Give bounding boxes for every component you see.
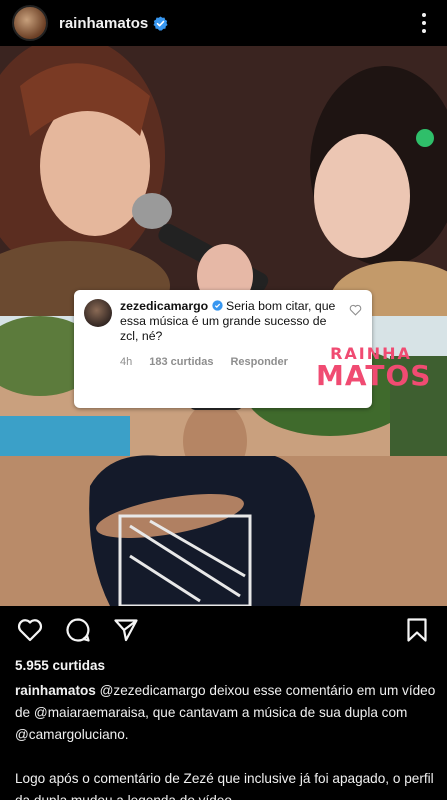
comment-avatar: [84, 299, 112, 327]
avatar[interactable]: [12, 5, 48, 41]
heart-icon: [17, 619, 43, 642]
likes-count[interactable]: 5.955 curtidas: [15, 658, 105, 673]
like-button[interactable]: [16, 616, 44, 644]
concert-photo: [0, 46, 447, 316]
comment-likes: 183 curtidas: [149, 356, 214, 368]
post-header: rainhamatos: [0, 0, 447, 46]
bookmark-icon: [407, 618, 427, 642]
share-icon: [114, 619, 138, 642]
comment-icon: [66, 618, 90, 642]
comment-time: 4h: [120, 356, 133, 368]
verified-icon: [211, 300, 223, 311]
caption: rainhamatos @zezedicamargo deixou esse c…: [15, 680, 440, 800]
heart-icon: [349, 304, 362, 316]
post-image[interactable]: zezedicamargo Seria bom citar, que essa …: [0, 46, 447, 606]
watermark: RAINHA MATOS: [316, 346, 432, 392]
caption-username[interactable]: rainhamatos: [15, 683, 96, 698]
comment-username: zezedicamargo: [120, 299, 209, 313]
action-bar: [0, 614, 447, 650]
more-icon[interactable]: [415, 10, 433, 36]
save-button[interactable]: [403, 616, 431, 644]
watermark-line2: MATOS: [316, 359, 432, 392]
verified-icon: [153, 15, 168, 31]
caption-text-2: Logo após o comentário de Zezé que inclu…: [15, 771, 434, 800]
comment-button[interactable]: [64, 616, 92, 644]
reply-link: Responder: [230, 356, 288, 368]
share-button[interactable]: [112, 616, 140, 644]
username[interactable]: rainhamatos: [59, 15, 148, 32]
